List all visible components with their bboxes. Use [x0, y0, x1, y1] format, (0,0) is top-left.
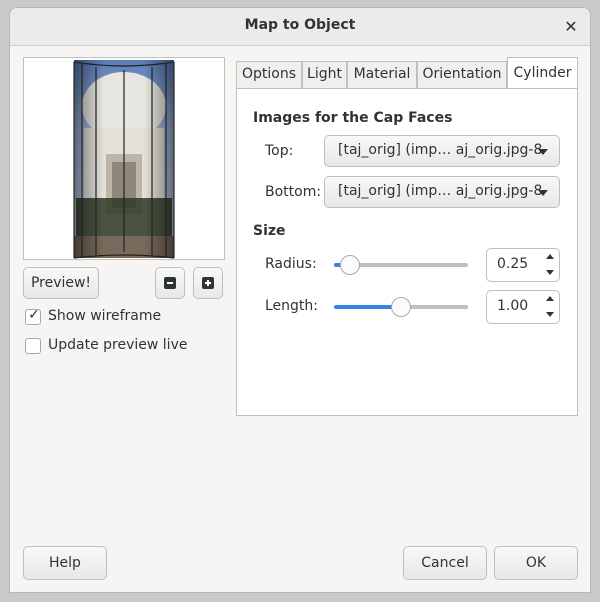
bottom-image-value: [taj_orig] (imp… aj_orig.jpg-8: [338, 183, 543, 199]
chevron-down-icon: [538, 190, 548, 196]
preview-image: [23, 57, 225, 260]
map-to-object-dialog: Map to Object ✕ Preview! ✓ Show wirefram…: [9, 7, 591, 593]
length-slider[interactable]: [334, 295, 468, 319]
tab-options[interactable]: Options: [236, 61, 302, 88]
zoom-out-button[interactable]: [155, 267, 185, 299]
checkbox-box[interactable]: [25, 338, 41, 354]
cylinder-page: Images for the Cap Faces Top: [taj_orig]…: [236, 88, 578, 416]
tab-light[interactable]: Light: [302, 61, 347, 88]
close-icon[interactable]: ✕: [560, 16, 582, 38]
length-spinbutton[interactable]: 1.00: [486, 290, 560, 324]
decrement-icon[interactable]: [541, 307, 559, 323]
top-image-value: [taj_orig] (imp… aj_orig.jpg-8: [338, 142, 543, 158]
tab-material[interactable]: Material: [347, 61, 417, 88]
update-preview-live-label: Update preview live: [48, 337, 188, 353]
top-image-combo[interactable]: [taj_orig] (imp… aj_orig.jpg-8: [324, 135, 560, 167]
size-heading: Size: [253, 223, 286, 239]
ok-button[interactable]: OK: [494, 546, 578, 580]
increment-icon[interactable]: [541, 291, 559, 307]
chevron-down-icon: [538, 149, 548, 155]
zoom-out-icon: [164, 277, 176, 289]
tab-cylinder[interactable]: Cylinder: [507, 57, 578, 89]
cap-faces-heading: Images for the Cap Faces: [253, 110, 453, 126]
slider-handle[interactable]: [391, 297, 411, 317]
show-wireframe-label: Show wireframe: [48, 308, 162, 324]
title-bar: Map to Object ✕: [10, 8, 590, 46]
dialog-title: Map to Object: [244, 17, 356, 33]
check-mark-icon: ✓: [28, 307, 40, 323]
radius-value[interactable]: 0.25: [497, 256, 528, 272]
tab-orientation[interactable]: Orientation: [417, 61, 507, 88]
cylinder-preview-render: [73, 60, 175, 259]
radius-label: Radius:: [265, 256, 317, 272]
checkbox-box[interactable]: ✓: [25, 307, 41, 325]
bottom-image-combo[interactable]: [taj_orig] (imp… aj_orig.jpg-8: [324, 176, 560, 208]
zoom-in-button[interactable]: [193, 267, 223, 299]
preview-button[interactable]: Preview!: [23, 267, 99, 299]
slider-handle[interactable]: [340, 255, 361, 275]
decrement-icon[interactable]: [541, 265, 559, 281]
radius-spinbutton[interactable]: 0.25: [486, 248, 560, 282]
length-value[interactable]: 1.00: [497, 298, 528, 314]
cancel-button[interactable]: Cancel: [403, 546, 487, 580]
zoom-in-icon: [202, 277, 214, 289]
help-button[interactable]: Help: [23, 546, 107, 580]
increment-icon[interactable]: [541, 249, 559, 265]
top-label: Top:: [265, 143, 294, 159]
length-label: Length:: [265, 298, 319, 314]
radius-slider[interactable]: [334, 253, 468, 277]
bottom-label: Bottom:: [265, 184, 322, 200]
